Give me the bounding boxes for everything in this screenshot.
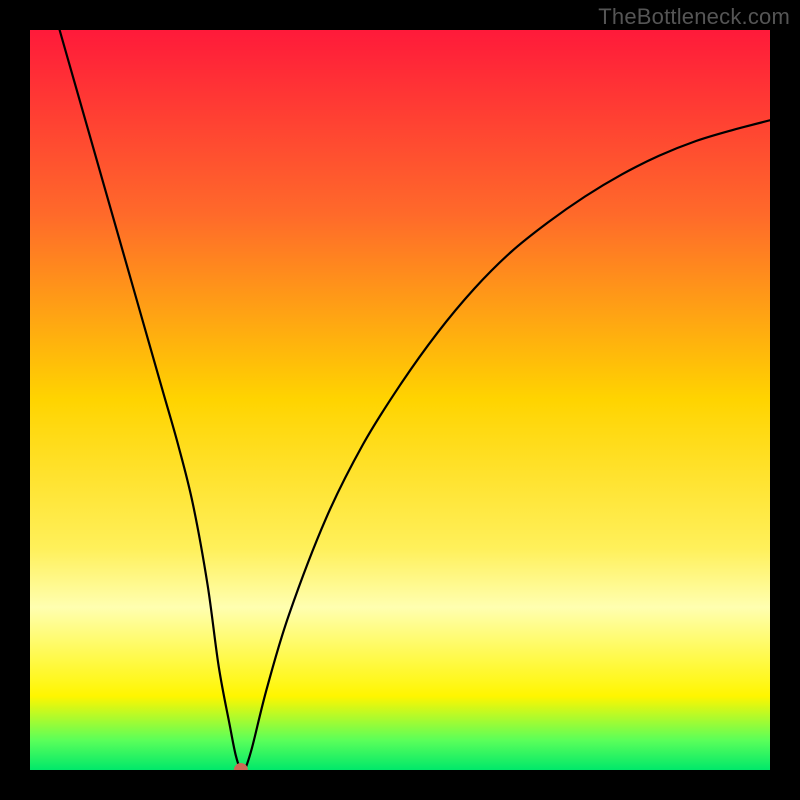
chart-svg (30, 30, 770, 770)
gradient-background (30, 30, 770, 770)
plot-area (30, 30, 770, 770)
chart-frame: TheBottleneck.com (0, 0, 800, 800)
watermark-label: TheBottleneck.com (598, 4, 790, 30)
